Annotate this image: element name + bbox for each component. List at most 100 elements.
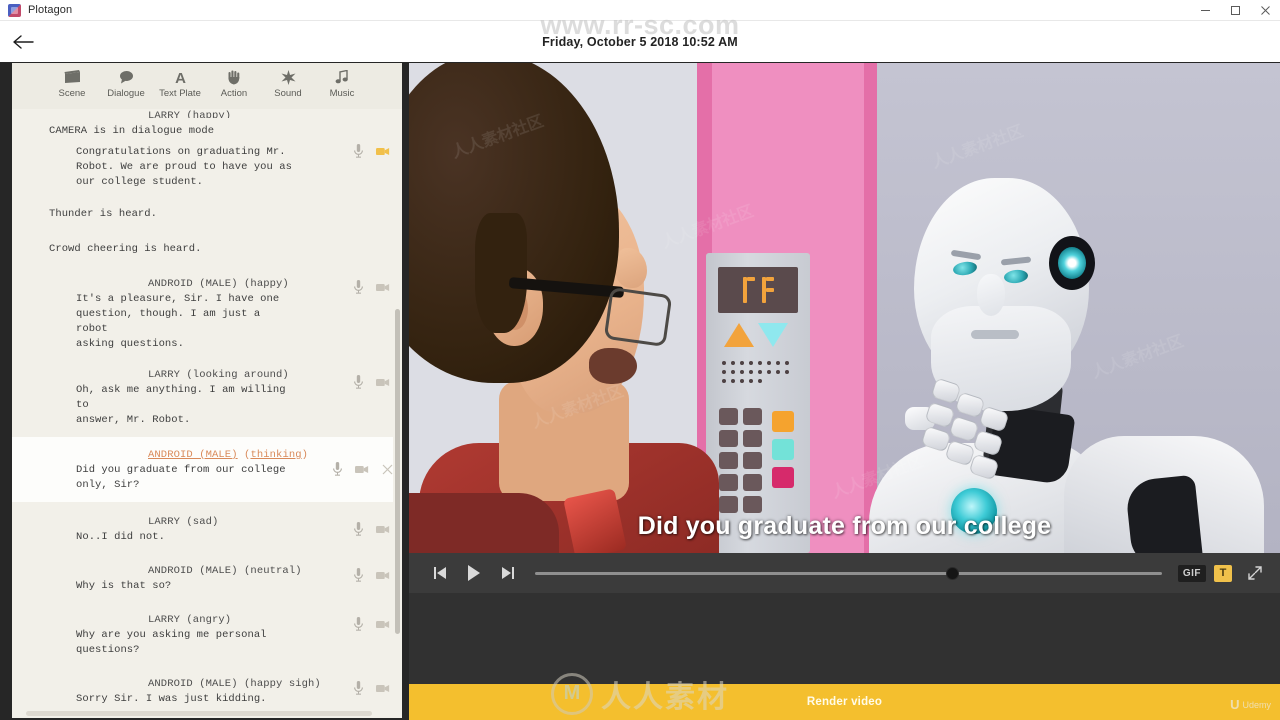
script-row-icons: [351, 522, 390, 536]
camera-icon[interactable]: [355, 462, 369, 476]
script-block-dialogue[interactable]: LARRY (sad) No..I did not.: [12, 502, 402, 548]
elevator-digit-1: [742, 277, 755, 303]
svg-text:A: A: [175, 70, 186, 85]
microphone-icon[interactable]: [351, 617, 365, 631]
microphone-icon[interactable]: [351, 375, 365, 389]
script-block-dialogue[interactable]: ANDROID (MALE) (neutral) Why is that so?: [12, 548, 402, 597]
window-controls: [1190, 0, 1280, 21]
script-line: Why is that so?: [76, 580, 172, 592]
titlebar-left: Plotagon: [0, 3, 73, 17]
camera-icon[interactable]: [376, 681, 390, 695]
letter-a-icon: A: [173, 68, 188, 86]
preview-empty-area: [409, 593, 1280, 687]
script-row-icons: [351, 568, 390, 582]
script-scroll-area[interactable]: LARRY (happy) CAMERA is in dialogue mode…: [12, 109, 402, 718]
elevator-panel: [706, 253, 810, 553]
seek-handle[interactable]: [945, 566, 959, 580]
script-line: Oh, ask me anything. I am willing to ans…: [76, 384, 286, 426]
gif-export-button[interactable]: GIF: [1177, 564, 1206, 582]
render-video-label: Render video: [806, 696, 883, 708]
microphone-icon[interactable]: [351, 681, 365, 695]
camera-icon[interactable]: [376, 568, 390, 582]
insert-toolbar: Scene Dialogue A Text Plate Action Sound…: [12, 63, 402, 109]
character-android: [869, 178, 1279, 553]
fullscreen-icon[interactable]: [1244, 562, 1266, 584]
app-body: Scene Dialogue A Text Plate Action Sound…: [0, 62, 1280, 720]
script-cue: LARRY (sad): [148, 516, 219, 528]
script-block-dialogue[interactable]: ANDROID (MALE) (happy sigh) Sorry Sir. I…: [12, 661, 402, 710]
elevator-color-buttons: [772, 411, 794, 488]
script-line: Why are you asking me personal questions…: [76, 629, 267, 656]
script-block-dialogue[interactable]: ANDROID (MALE) (happy) It's a pleasure, …: [12, 260, 402, 355]
script-block-direction[interactable]: Crowd cheering is heard.: [12, 225, 402, 260]
player-controls: GIF T: [409, 553, 1280, 593]
render-video-bar[interactable]: Render video U Udemy: [409, 684, 1280, 720]
microphone-icon[interactable]: [351, 522, 365, 536]
hand-icon: [227, 68, 241, 86]
text-overlay-toggle-button[interactable]: T: [1214, 564, 1232, 582]
camera-icon[interactable]: [376, 522, 390, 536]
camera-icon[interactable]: [376, 144, 390, 158]
back-arrow-icon[interactable]: [9, 28, 37, 56]
character-larry: [409, 63, 719, 553]
script-block-selected[interactable]: ANDROID (MALE) (thinking) Did you gradua…: [12, 437, 402, 502]
script-block-dialogue[interactable]: LARRY (angry) Why are you asking me pers…: [12, 597, 402, 661]
next-button[interactable]: [491, 558, 525, 588]
script-block-dialogue[interactable]: LARRY (looking around) Oh, ask me anythi…: [12, 355, 402, 431]
tool-scene[interactable]: Scene: [45, 68, 99, 99]
script-horizontal-scrollbar[interactable]: [12, 709, 402, 718]
microphone-icon[interactable]: [351, 144, 365, 158]
script-line: Crowd cheering is heard.: [49, 243, 202, 255]
microphone-icon[interactable]: [351, 280, 365, 294]
music-note-icon: [335, 68, 349, 86]
document-date: Friday, October 5 2018 10:52 AM: [542, 34, 738, 49]
elevator-button-grid: [719, 408, 765, 513]
plotagon-app-icon: [8, 3, 21, 17]
seek-slider[interactable]: [535, 558, 1162, 588]
close-icon[interactable]: [1250, 0, 1280, 21]
camera-icon[interactable]: [376, 375, 390, 389]
tool-action-label: Action: [220, 88, 248, 99]
android-knuckle: [968, 453, 1000, 481]
microphone-icon[interactable]: [330, 462, 344, 476]
script-vertical-scroll-thumb[interactable]: [395, 309, 400, 634]
window-title: Plotagon: [28, 4, 73, 16]
udemy-label: Udemy: [1242, 699, 1271, 710]
larry-sideburn: [475, 213, 527, 333]
android-knuckle: [972, 429, 1004, 457]
minimize-icon[interactable]: [1190, 0, 1220, 21]
script-block-partial[interactable]: LARRY (happy): [12, 109, 402, 121]
camera-icon[interactable]: [376, 280, 390, 294]
tool-action[interactable]: Action: [207, 68, 261, 99]
script-cue: ANDROID (MALE) (neutral): [148, 565, 302, 577]
script-block-dialogue[interactable]: Congratulations on graduating Mr. Robot.…: [12, 142, 402, 193]
udemy-watermark: U Udemy: [1230, 698, 1271, 711]
tool-dialogue[interactable]: Dialogue: [99, 68, 153, 99]
microphone-icon[interactable]: [351, 568, 365, 582]
play-button[interactable]: [457, 558, 491, 588]
delete-line-icon[interactable]: [380, 462, 394, 476]
tool-sound[interactable]: Sound: [261, 68, 315, 99]
script-horizontal-scroll-thumb[interactable]: [26, 711, 372, 716]
script-block-direction[interactable]: Thunder is heard.: [12, 193, 402, 225]
app-header: Friday, October 5 2018 10:52 AM: [0, 21, 1280, 62]
previous-button[interactable]: [423, 558, 457, 588]
larry-mouth: [589, 348, 637, 384]
tool-music[interactable]: Music: [315, 68, 369, 99]
script-cue-selected: ANDROID (MALE) (thinking): [148, 449, 309, 461]
sparkle-icon: [281, 68, 296, 86]
maximize-icon[interactable]: [1220, 0, 1250, 21]
tool-text-plate[interactable]: A Text Plate: [153, 68, 207, 100]
camera-icon[interactable]: [376, 617, 390, 631]
script-content: LARRY (happy) CAMERA is in dialogue mode…: [12, 109, 402, 716]
script-cue-character: ANDROID (MALE): [148, 449, 238, 461]
script-cue: LARRY (looking around): [148, 369, 289, 381]
script-line: Congratulations on graduating Mr. Robot.…: [76, 146, 292, 188]
video-stage[interactable]: Did you graduate from our college 人人素材社区…: [409, 63, 1280, 553]
android-ear-port: [1049, 236, 1095, 290]
script-cue: ANDROID (MALE) (happy): [148, 278, 289, 290]
script-row-icons: [351, 375, 390, 389]
script-cue: LARRY (angry): [148, 614, 232, 626]
script-vertical-scrollbar[interactable]: [393, 109, 402, 702]
script-block-direction[interactable]: CAMERA is in dialogue mode: [12, 121, 402, 142]
